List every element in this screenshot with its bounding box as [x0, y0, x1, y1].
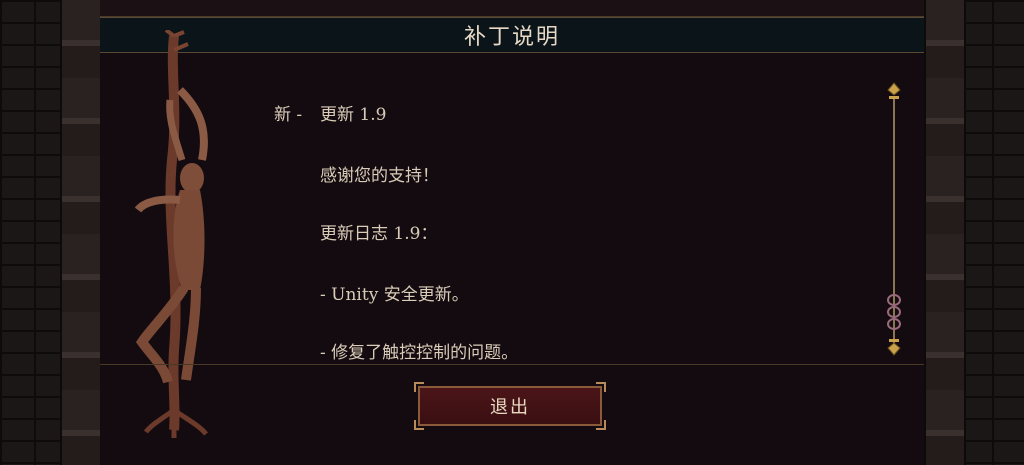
- exit-button-label: 退出: [490, 397, 530, 418]
- note-line: 更新 1.9: [320, 105, 387, 125]
- footer-divider: [100, 364, 924, 365]
- carved-pillar-right: [924, 0, 966, 465]
- button-corner-ornament: [414, 382, 424, 392]
- note-line: 感谢您的支持！: [320, 166, 439, 186]
- dialog-top-strip: [100, 0, 924, 17]
- notes-scrollbar[interactable]: [882, 82, 906, 362]
- carved-pillar-left: [60, 0, 102, 465]
- note-line: - Unity 安全更新。: [320, 285, 469, 305]
- button-corner-ornament: [596, 382, 606, 392]
- scroll-up-cap-icon[interactable]: [884, 82, 904, 102]
- note-line: 更新日志 1.9：: [320, 224, 438, 244]
- patch-notes-text-area[interactable]: 新 - 更新 1.9 感谢您的支持！ 更新日志 1.9： - Unity 安全更…: [270, 86, 870, 362]
- button-corner-ornament: [596, 420, 606, 430]
- hanging-figure-statue-icon: [134, 30, 208, 438]
- patch-notes-dialog: 补丁说明 新 - 更新 1.9 感谢您的支持！ 更新日志 1.9： - Unit…: [100, 0, 924, 465]
- scroll-thumb-icon[interactable]: [886, 294, 902, 330]
- dialog-title: 补丁说明: [463, 25, 560, 50]
- note-line: - 修复了触控控制的问题。: [320, 343, 519, 362]
- stone-wall-left: [0, 0, 102, 465]
- scroll-down-cap-icon[interactable]: [884, 336, 904, 356]
- stone-wall-right: [924, 0, 1024, 465]
- new-tag: 新 -: [274, 105, 303, 125]
- title-bar: 补丁说明: [100, 17, 924, 53]
- button-corner-ornament: [414, 420, 424, 430]
- exit-button[interactable]: 退出: [414, 382, 606, 430]
